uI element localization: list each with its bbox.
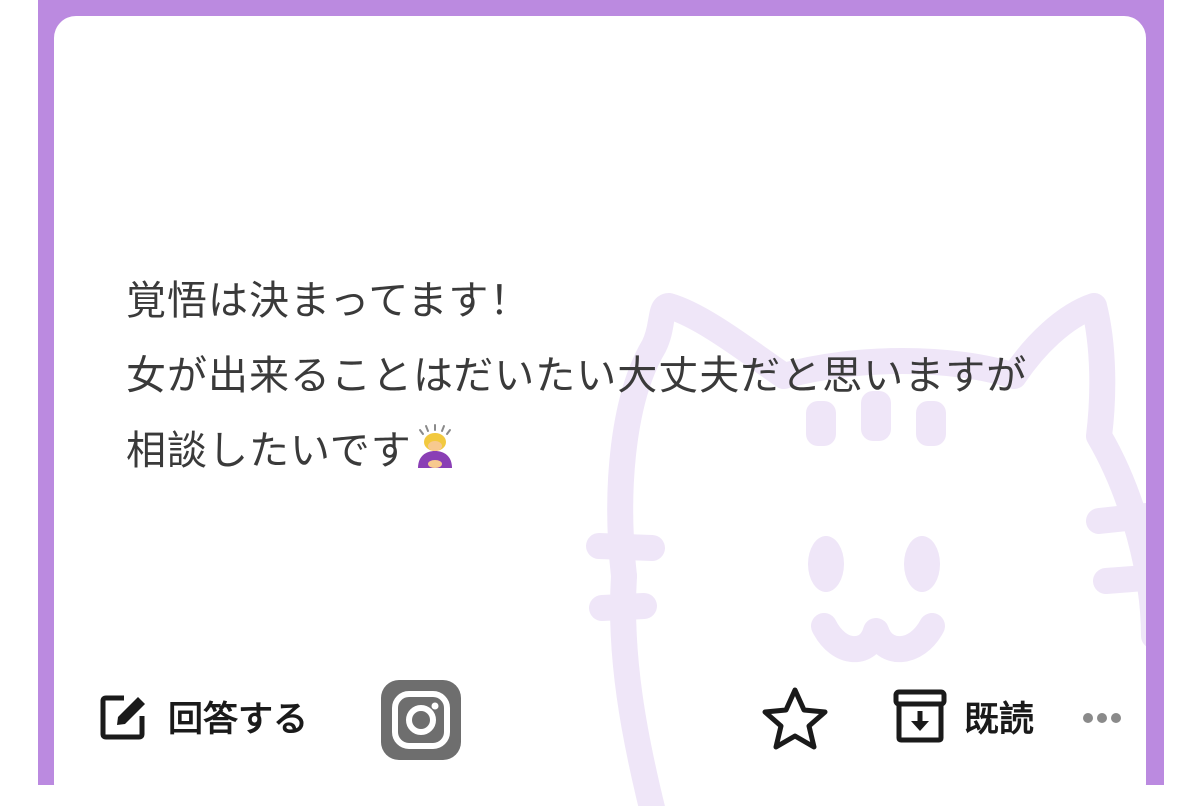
read-label: 既読 — [964, 699, 1035, 740]
woman-bowing-emoji — [417, 424, 452, 468]
instagram-button[interactable] — [381, 680, 461, 760]
mark-read-button[interactable]: 既読 — [892, 688, 1034, 744]
message-line-text: 相談したいです — [126, 428, 412, 474]
more-horizontal-icon — [1083, 713, 1121, 723]
edit-icon — [100, 695, 145, 740]
archive-icon — [893, 689, 947, 743]
favorite-button[interactable] — [761, 686, 829, 750]
message-card: 覚悟は決まってます！ 女が出来ることはだいたい大丈夫だと思いますが 相談したいで… — [54, 16, 1146, 806]
reply-label: 回答する — [168, 699, 309, 740]
message-text: 覚悟は決まってます！ 女が出来ることはだいたい大丈夫だと思いますが 相談したいで… — [126, 264, 1126, 489]
action-bar: 回答する 既読 — [54, 672, 1146, 772]
more-button[interactable] — [1082, 712, 1122, 724]
instagram-icon — [381, 680, 461, 760]
message-line: 女が出来ることはだいたい大丈夫だと思いますが — [126, 353, 1028, 399]
message-line: 相談したいです — [126, 414, 1126, 489]
star-icon — [762, 687, 828, 750]
reply-button[interactable]: 回答する — [98, 690, 308, 742]
message-line: 覚悟は決まってます！ — [126, 278, 531, 324]
